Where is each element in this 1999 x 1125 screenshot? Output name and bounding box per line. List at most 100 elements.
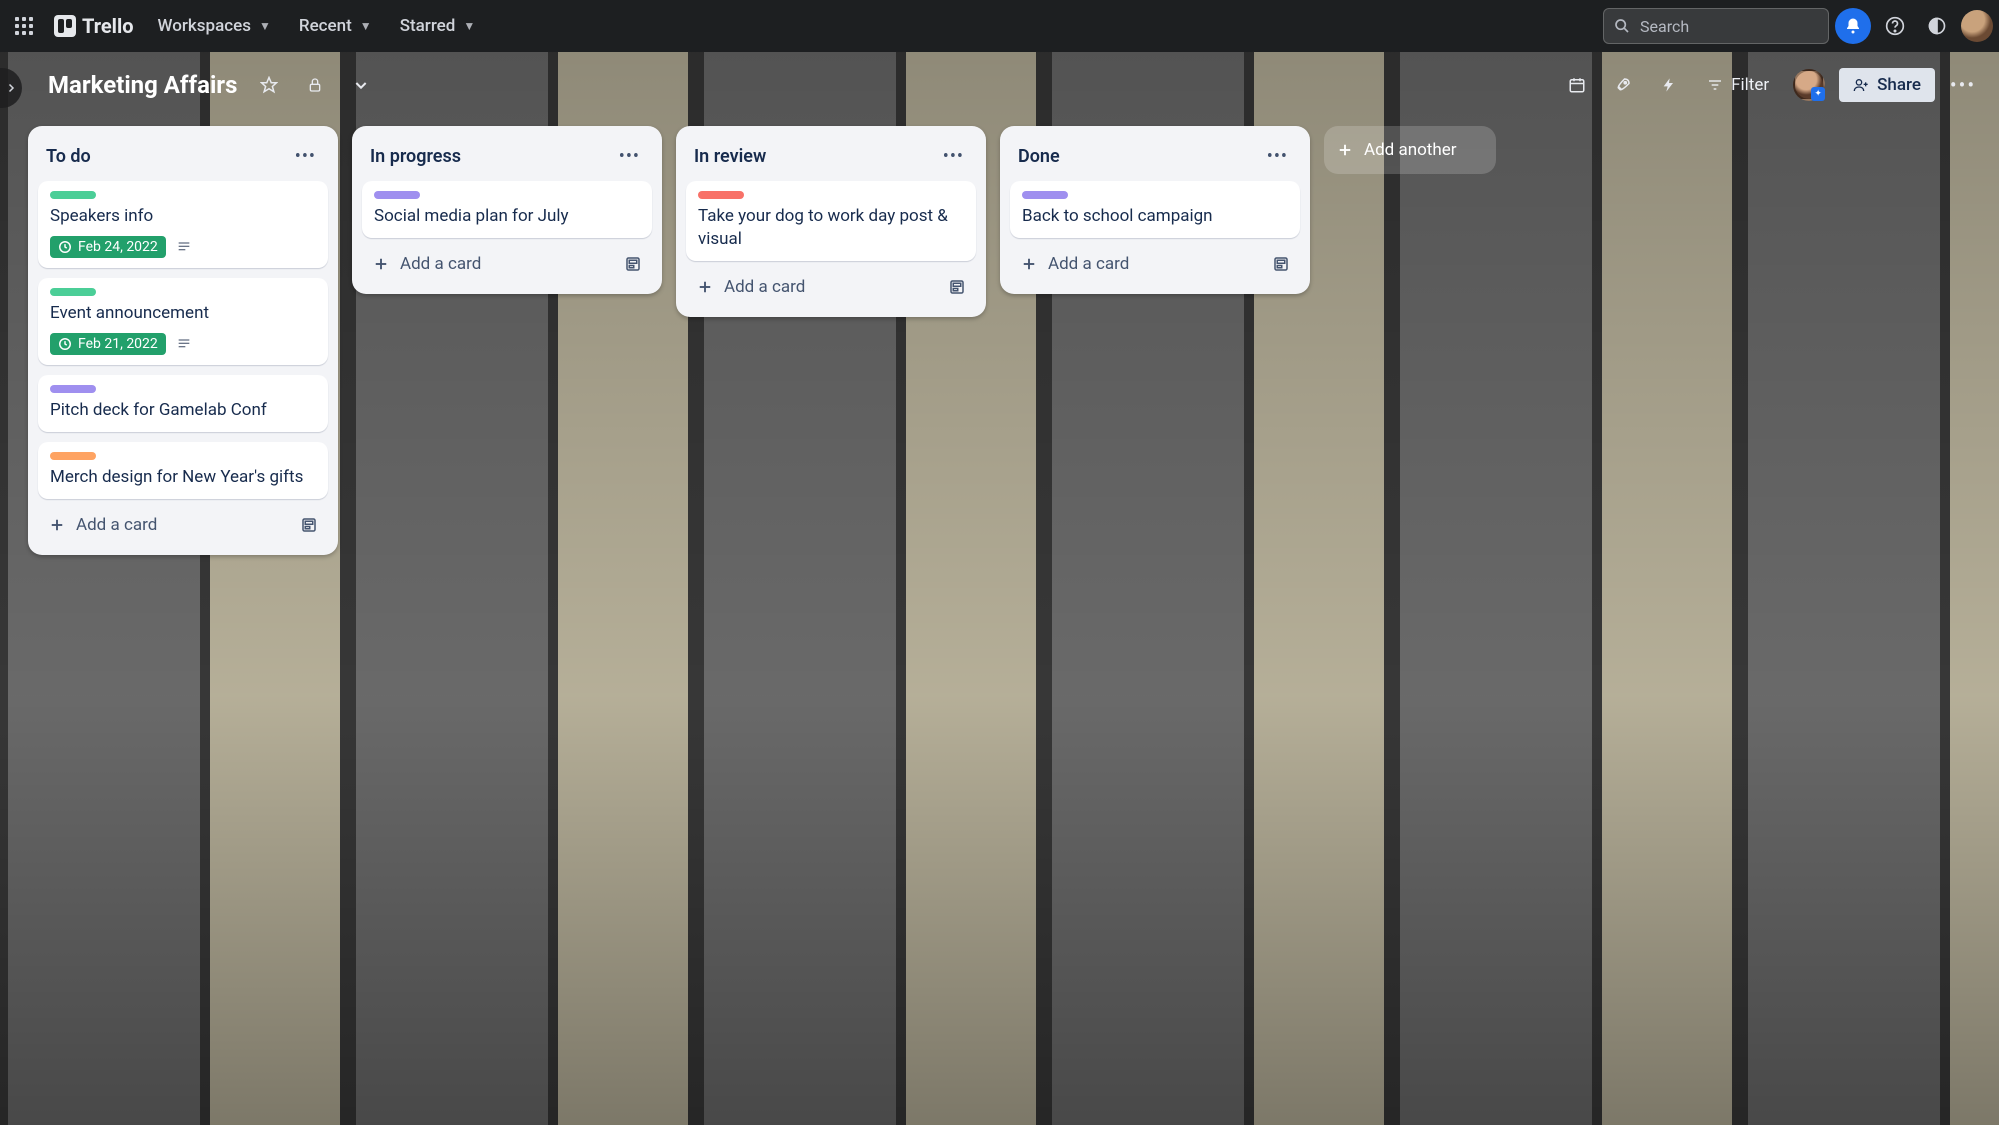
star-board-button[interactable] xyxy=(251,67,287,103)
add-card-label: Add a card xyxy=(724,277,805,297)
board-menu-button[interactable]: ••• xyxy=(1945,67,1981,103)
powerups-button[interactable] xyxy=(1605,67,1641,103)
card-title: Event announcement xyxy=(50,302,316,325)
notifications-button[interactable] xyxy=(1835,8,1871,44)
trello-logo-icon xyxy=(54,15,76,37)
plus-icon xyxy=(696,278,714,296)
board-area: Marketing Affairs Filter ✦ xyxy=(0,52,1999,1125)
due-date-text: Feb 24, 2022 xyxy=(78,239,158,255)
card-label[interactable] xyxy=(50,452,96,460)
card-template-button[interactable] xyxy=(944,274,970,300)
board-view-switcher[interactable] xyxy=(343,67,379,103)
clock-icon xyxy=(58,240,72,254)
list-menu-button[interactable]: ••• xyxy=(939,142,968,171)
list-title[interactable]: Done xyxy=(1018,146,1263,167)
bell-icon xyxy=(1844,17,1862,35)
member-avatar[interactable]: ✦ xyxy=(1793,69,1825,101)
help-icon xyxy=(1885,16,1905,36)
plus-icon xyxy=(372,255,390,273)
list-header: In review••• xyxy=(686,136,976,181)
list[interactable]: In review••• Take your dog to work day po… xyxy=(676,126,986,317)
workspaces-dropdown[interactable]: Workspaces ▼ xyxy=(146,10,283,42)
add-card-label: Add a card xyxy=(1048,254,1129,274)
card[interactable]: Speakers info Feb 24, 2022 xyxy=(38,181,328,268)
add-card-button[interactable]: Add a card xyxy=(1016,248,1260,280)
search-icon xyxy=(1614,18,1630,34)
list-menu-button[interactable]: ••• xyxy=(291,142,320,171)
card-title: Take your dog to work day post & visual xyxy=(698,205,964,251)
card[interactable]: Event announcement Feb 21, 2022 xyxy=(38,278,328,365)
card-title: Pitch deck for Gamelab Conf xyxy=(50,399,316,422)
recent-dropdown[interactable]: Recent ▼ xyxy=(287,10,384,42)
list[interactable]: In progress•••Social media plan for July… xyxy=(352,126,662,294)
card[interactable]: Merch design for New Year's gifts xyxy=(38,442,328,499)
user-plus-icon xyxy=(1853,77,1869,93)
list-title[interactable]: To do xyxy=(46,146,291,167)
board-title[interactable]: Marketing Affairs xyxy=(44,67,241,103)
list-menu-button[interactable]: ••• xyxy=(1263,142,1292,171)
list[interactable]: Done••• Back to school campaign Add a card xyxy=(1000,126,1310,294)
lists-container[interactable]: To do•••Speakers infoFeb 24, 2022Event a… xyxy=(0,118,1999,1125)
card-label[interactable] xyxy=(50,288,96,296)
calendar-powerup-button[interactable] xyxy=(1559,67,1595,103)
board-members[interactable]: ✦ xyxy=(1789,69,1829,101)
account-avatar[interactable] xyxy=(1961,10,1993,42)
card[interactable]: Back to school campaign xyxy=(1010,181,1300,238)
chevron-down-icon: ▼ xyxy=(463,19,475,33)
visibility-button[interactable] xyxy=(297,67,333,103)
card-label[interactable] xyxy=(1022,191,1068,199)
card-label[interactable] xyxy=(50,191,96,199)
card-title: Speakers info xyxy=(50,205,316,228)
add-card-label: Add a card xyxy=(76,515,157,535)
template-icon xyxy=(1272,255,1290,273)
card-label[interactable] xyxy=(698,191,744,199)
card-label[interactable] xyxy=(50,385,96,393)
calendar-icon xyxy=(1568,76,1586,94)
top-nav: Trello Workspaces ▼ Recent ▼ Starred ▼ S… xyxy=(0,0,1999,52)
list-title[interactable]: In progress xyxy=(370,146,615,167)
more-icon: ••• xyxy=(295,146,316,167)
card-template-button[interactable] xyxy=(296,512,322,538)
help-button[interactable] xyxy=(1877,8,1913,44)
list[interactable]: To do••• Speakers info Feb 24, 2022 Event a… xyxy=(28,126,338,555)
card[interactable]: Pitch deck for Gamelab Conf xyxy=(38,375,328,432)
card-template-button[interactable] xyxy=(620,251,646,277)
apps-button[interactable] xyxy=(6,8,42,44)
admin-badge-icon: ✦ xyxy=(1811,87,1825,101)
add-list-button[interactable]: Add another xyxy=(1324,126,1496,174)
list-footer: Add a card xyxy=(362,238,652,284)
list-header: To do••• xyxy=(38,136,328,181)
bolt-icon xyxy=(1661,76,1677,94)
trello-logo[interactable]: Trello xyxy=(46,14,142,38)
card-badges: Feb 24, 2022 xyxy=(50,236,316,258)
starred-dropdown[interactable]: Starred ▼ xyxy=(388,10,488,42)
cards: Back to school campaign xyxy=(1010,181,1300,238)
more-icon: ••• xyxy=(1267,146,1288,167)
due-date-badge[interactable]: Feb 24, 2022 xyxy=(50,236,166,258)
more-icon: ••• xyxy=(943,146,964,167)
automation-button[interactable] xyxy=(1651,67,1687,103)
card[interactable]: Take your dog to work day post & visual xyxy=(686,181,976,261)
workspaces-label: Workspaces xyxy=(158,16,251,36)
chevron-down-icon: ▼ xyxy=(259,19,271,33)
card[interactable]: Social media plan for July xyxy=(362,181,652,238)
list-title[interactable]: In review xyxy=(694,146,939,167)
filter-button[interactable]: Filter xyxy=(1697,69,1779,101)
due-date-badge[interactable]: Feb 21, 2022 xyxy=(50,333,166,355)
add-card-button[interactable]: Add a card xyxy=(44,509,288,541)
add-card-button[interactable]: Add a card xyxy=(692,271,936,303)
cards: Take your dog to work day post & visual xyxy=(686,181,976,261)
card-template-button[interactable] xyxy=(1268,251,1294,277)
share-button[interactable]: Share xyxy=(1839,68,1935,102)
search-placeholder: Search xyxy=(1640,17,1689,36)
recent-label: Recent xyxy=(299,16,352,36)
app-name: Trello xyxy=(82,14,134,38)
plus-icon xyxy=(1336,141,1354,159)
card-label[interactable] xyxy=(374,191,420,199)
add-card-button[interactable]: Add a card xyxy=(368,248,612,280)
theme-button[interactable] xyxy=(1919,8,1955,44)
list-menu-button[interactable]: ••• xyxy=(615,142,644,171)
list-header: In progress••• xyxy=(362,136,652,181)
due-date-text: Feb 21, 2022 xyxy=(78,336,158,352)
search-input[interactable]: Search xyxy=(1603,8,1829,44)
